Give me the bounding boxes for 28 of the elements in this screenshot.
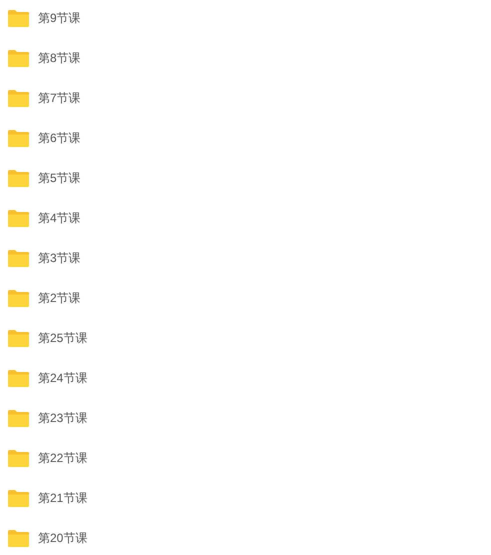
- folder-name[interactable]: 第9节课: [38, 9, 81, 27]
- folder-name[interactable]: 第5节课: [38, 169, 81, 187]
- folder-icon: [8, 90, 29, 106]
- folder-name[interactable]: 第3节课: [38, 249, 81, 267]
- folder-icon: [8, 330, 29, 346]
- folder-icon: [8, 170, 29, 186]
- folder-icon: [8, 250, 29, 266]
- folder-icon: [8, 130, 29, 146]
- folder-name[interactable]: 第20节课: [38, 529, 88, 547]
- folder-icon: [8, 290, 29, 306]
- folder-name[interactable]: 第23节课: [38, 409, 88, 427]
- folder-icon: [8, 450, 29, 466]
- folder-icon: [8, 490, 29, 506]
- folder-icon: [8, 410, 29, 426]
- folder-name[interactable]: 第4节课: [38, 209, 81, 227]
- folder-name[interactable]: 第8节课: [38, 49, 81, 67]
- folder-name[interactable]: 第21节课: [38, 489, 88, 507]
- folder-name[interactable]: 第25节课: [38, 329, 88, 347]
- folder-name[interactable]: 第24节课: [38, 369, 88, 387]
- folder-icon: [8, 50, 29, 66]
- folder-icon: [8, 530, 29, 546]
- folder-icon: [8, 10, 29, 26]
- folder-icon: [8, 370, 29, 386]
- folder-name[interactable]: 第22节课: [38, 449, 88, 467]
- folder-icon: [8, 210, 29, 226]
- folder-name[interactable]: 第2节课: [38, 289, 81, 307]
- folder-name[interactable]: 第6节课: [38, 129, 81, 147]
- folder-name[interactable]: 第7节课: [38, 89, 81, 107]
